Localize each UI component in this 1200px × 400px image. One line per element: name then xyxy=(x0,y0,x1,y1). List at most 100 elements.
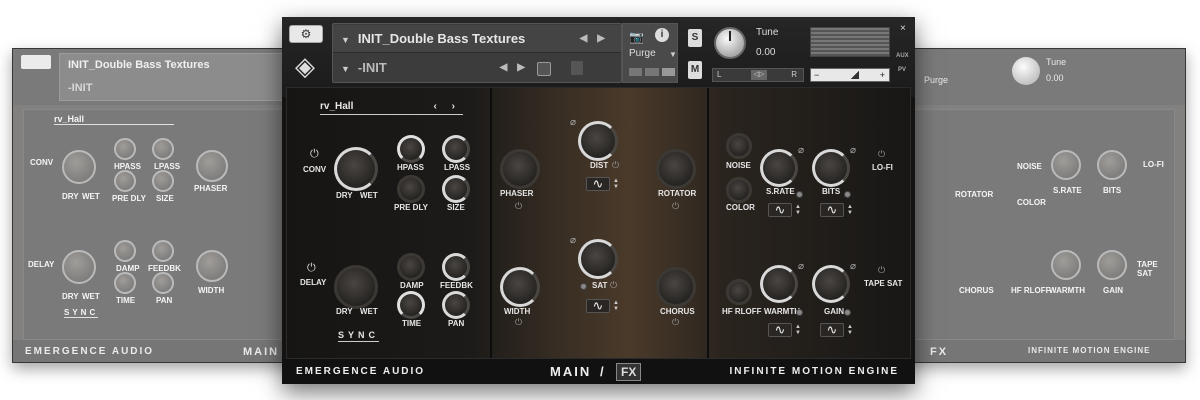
sat-wave-arrows-icon[interactable]: ▲ ▼ xyxy=(613,300,619,312)
left-phaser-knob[interactable] xyxy=(196,150,228,182)
chorus-knob[interactable] xyxy=(656,267,696,307)
width-power-icon[interactable]: ⏻ xyxy=(515,317,522,328)
dist-wave-selector[interactable]: ∿ xyxy=(586,177,610,191)
bits-mod-dot[interactable] xyxy=(844,191,851,198)
s-rate-wave-arrows-icon[interactable]: ▲ ▼ xyxy=(795,204,801,216)
hpass-knob[interactable] xyxy=(397,135,425,163)
dist-phase-icon[interactable]: ⌀ xyxy=(570,117,576,128)
noise-knob[interactable] xyxy=(726,133,752,159)
left-sync-label[interactable]: SYNC xyxy=(64,308,99,318)
sat-wave-selector[interactable]: ∿ xyxy=(586,299,610,313)
pan-slider[interactable]: L ◁▷ R xyxy=(712,68,804,82)
left-pan-knob[interactable] xyxy=(152,272,174,294)
delay-power-icon[interactable]: ⏻ xyxy=(307,263,316,274)
info-icon[interactable]: i xyxy=(655,28,669,42)
conv-power-icon[interactable]: ⏻ xyxy=(310,149,319,160)
camera-icon[interactable]: 📷 xyxy=(629,30,645,44)
instrument-row[interactable]: ▼ INIT_Double Bass Textures ◀▶ xyxy=(333,25,621,53)
reverb-dry-wet-knob[interactable] xyxy=(334,147,378,191)
s-rate-knob[interactable] xyxy=(760,149,798,187)
lpass-knob[interactable] xyxy=(442,135,470,163)
save-snapshot-icon[interactable] xyxy=(537,62,551,76)
delay-pan-knob[interactable] xyxy=(442,291,470,319)
warmth-wave-selector[interactable]: ∿ xyxy=(768,323,792,337)
width-knob[interactable] xyxy=(500,267,540,307)
s-rate-phase-icon[interactable]: ⌀ xyxy=(798,145,804,156)
left-hpass-knob[interactable] xyxy=(114,138,136,160)
phaser-power-icon[interactable]: ⏻ xyxy=(515,201,522,212)
dist-knob[interactable] xyxy=(578,121,618,161)
pre-dly-knob[interactable] xyxy=(397,175,425,203)
warmth-knob[interactable] xyxy=(760,265,798,303)
sat-mod-dot[interactable] xyxy=(580,283,587,290)
left-damp-knob[interactable] xyxy=(114,240,136,262)
bits-knob[interactable] xyxy=(812,149,850,187)
volume-handle-icon[interactable] xyxy=(851,71,859,79)
gain-mod-dot[interactable] xyxy=(844,309,851,316)
warmth-wave-arrows-icon[interactable]: ▲ ▼ xyxy=(795,324,801,336)
left-dry-wet-knob[interactable] xyxy=(62,150,96,184)
bits-wave-selector[interactable]: ∿ xyxy=(820,203,844,217)
snapshot-dropdown-icon[interactable]: ▼ xyxy=(341,64,350,74)
gain-phase-icon[interactable]: ⌀ xyxy=(850,261,856,272)
solo-button[interactable]: S xyxy=(688,29,702,47)
rotator-power-icon[interactable]: ⏻ xyxy=(672,201,679,212)
color-knob[interactable] xyxy=(726,177,752,203)
left-size-knob[interactable] xyxy=(152,170,174,192)
purge-button[interactable]: Purge xyxy=(629,48,656,59)
right-footer-fx[interactable]: FX xyxy=(930,346,948,358)
right-s-rate-knob[interactable] xyxy=(1051,150,1081,180)
sat-knob[interactable] xyxy=(578,239,618,279)
purge-dropdown-icon[interactable]: ▼ xyxy=(669,50,677,59)
bits-phase-icon[interactable]: ⌀ xyxy=(850,145,856,156)
main-tab[interactable]: MAIN xyxy=(550,364,591,379)
left-feedbk-knob[interactable] xyxy=(152,240,174,262)
sat-phase-icon[interactable]: ⌀ xyxy=(570,235,576,246)
right-bits-knob[interactable] xyxy=(1097,150,1127,180)
left-width-knob[interactable] xyxy=(196,250,228,282)
mute-button[interactable]: M xyxy=(688,61,702,79)
right-tune-knob[interactable] xyxy=(1012,57,1040,85)
sync-toggle[interactable]: SYNC xyxy=(338,330,380,342)
reverb-preset-selector[interactable]: rv_Hall ‹ › xyxy=(320,101,463,115)
s-rate-mod-dot[interactable] xyxy=(796,191,803,198)
size-knob[interactable] xyxy=(442,175,470,203)
warmth-mod-dot[interactable] xyxy=(796,309,803,316)
tune-knob[interactable] xyxy=(714,27,746,59)
rotator-knob[interactable] xyxy=(656,149,696,189)
right-purge[interactable]: Purge xyxy=(924,75,948,85)
delay-dry-wet-knob[interactable] xyxy=(334,265,378,309)
delete-snapshot-icon[interactable] xyxy=(571,61,583,75)
reverb-prev-next-icon[interactable]: ‹ › xyxy=(434,101,461,112)
left-footer-main[interactable]: MAIN xyxy=(243,346,279,358)
dist-wave-arrows-icon[interactable]: ▲ ▼ xyxy=(613,178,619,190)
pan-center-handle[interactable]: ◁▷ xyxy=(751,70,767,80)
pv-label[interactable]: PV xyxy=(898,67,906,73)
close-icon[interactable]: × xyxy=(900,23,906,34)
bits-wave-arrows-icon[interactable]: ▲ ▼ xyxy=(847,204,853,216)
time-knob[interactable] xyxy=(397,291,425,319)
volume-slider[interactable]: − + xyxy=(810,68,890,82)
instrument-dropdown-icon[interactable]: ▼ xyxy=(341,35,350,45)
snapshot-prev-next-icon[interactable]: ◀▶ xyxy=(500,54,535,82)
wrench-icon[interactable]: ⚙ xyxy=(289,25,323,43)
feedbk-knob[interactable] xyxy=(442,253,470,281)
sat-power-icon[interactable]: ⏻ xyxy=(610,280,617,291)
s-rate-wave-selector[interactable]: ∿ xyxy=(768,203,792,217)
gain-knob[interactable] xyxy=(812,265,850,303)
left-delay-knob[interactable] xyxy=(62,250,96,284)
gain-wave-selector[interactable]: ∿ xyxy=(820,323,844,337)
instrument-prev-next-icon[interactable]: ◀▶ xyxy=(580,25,615,53)
left-time-knob[interactable] xyxy=(114,272,136,294)
warmth-phase-icon[interactable]: ⌀ xyxy=(798,261,804,272)
lo-fi-power-icon[interactable]: ⏻ xyxy=(878,149,885,160)
fx-tab[interactable]: FX xyxy=(616,363,642,381)
aux-label[interactable]: AUX xyxy=(896,53,909,59)
right-gain-knob[interactable] xyxy=(1097,250,1127,280)
dist-power-icon[interactable]: ⏻ xyxy=(612,160,619,171)
tape-sat-power-icon[interactable]: ⏻ xyxy=(878,265,885,276)
left-pre-dly-knob[interactable] xyxy=(114,170,136,192)
damp-knob[interactable] xyxy=(397,253,425,281)
phaser-knob[interactable] xyxy=(500,149,540,189)
chorus-power-icon[interactable]: ⏻ xyxy=(672,317,679,328)
